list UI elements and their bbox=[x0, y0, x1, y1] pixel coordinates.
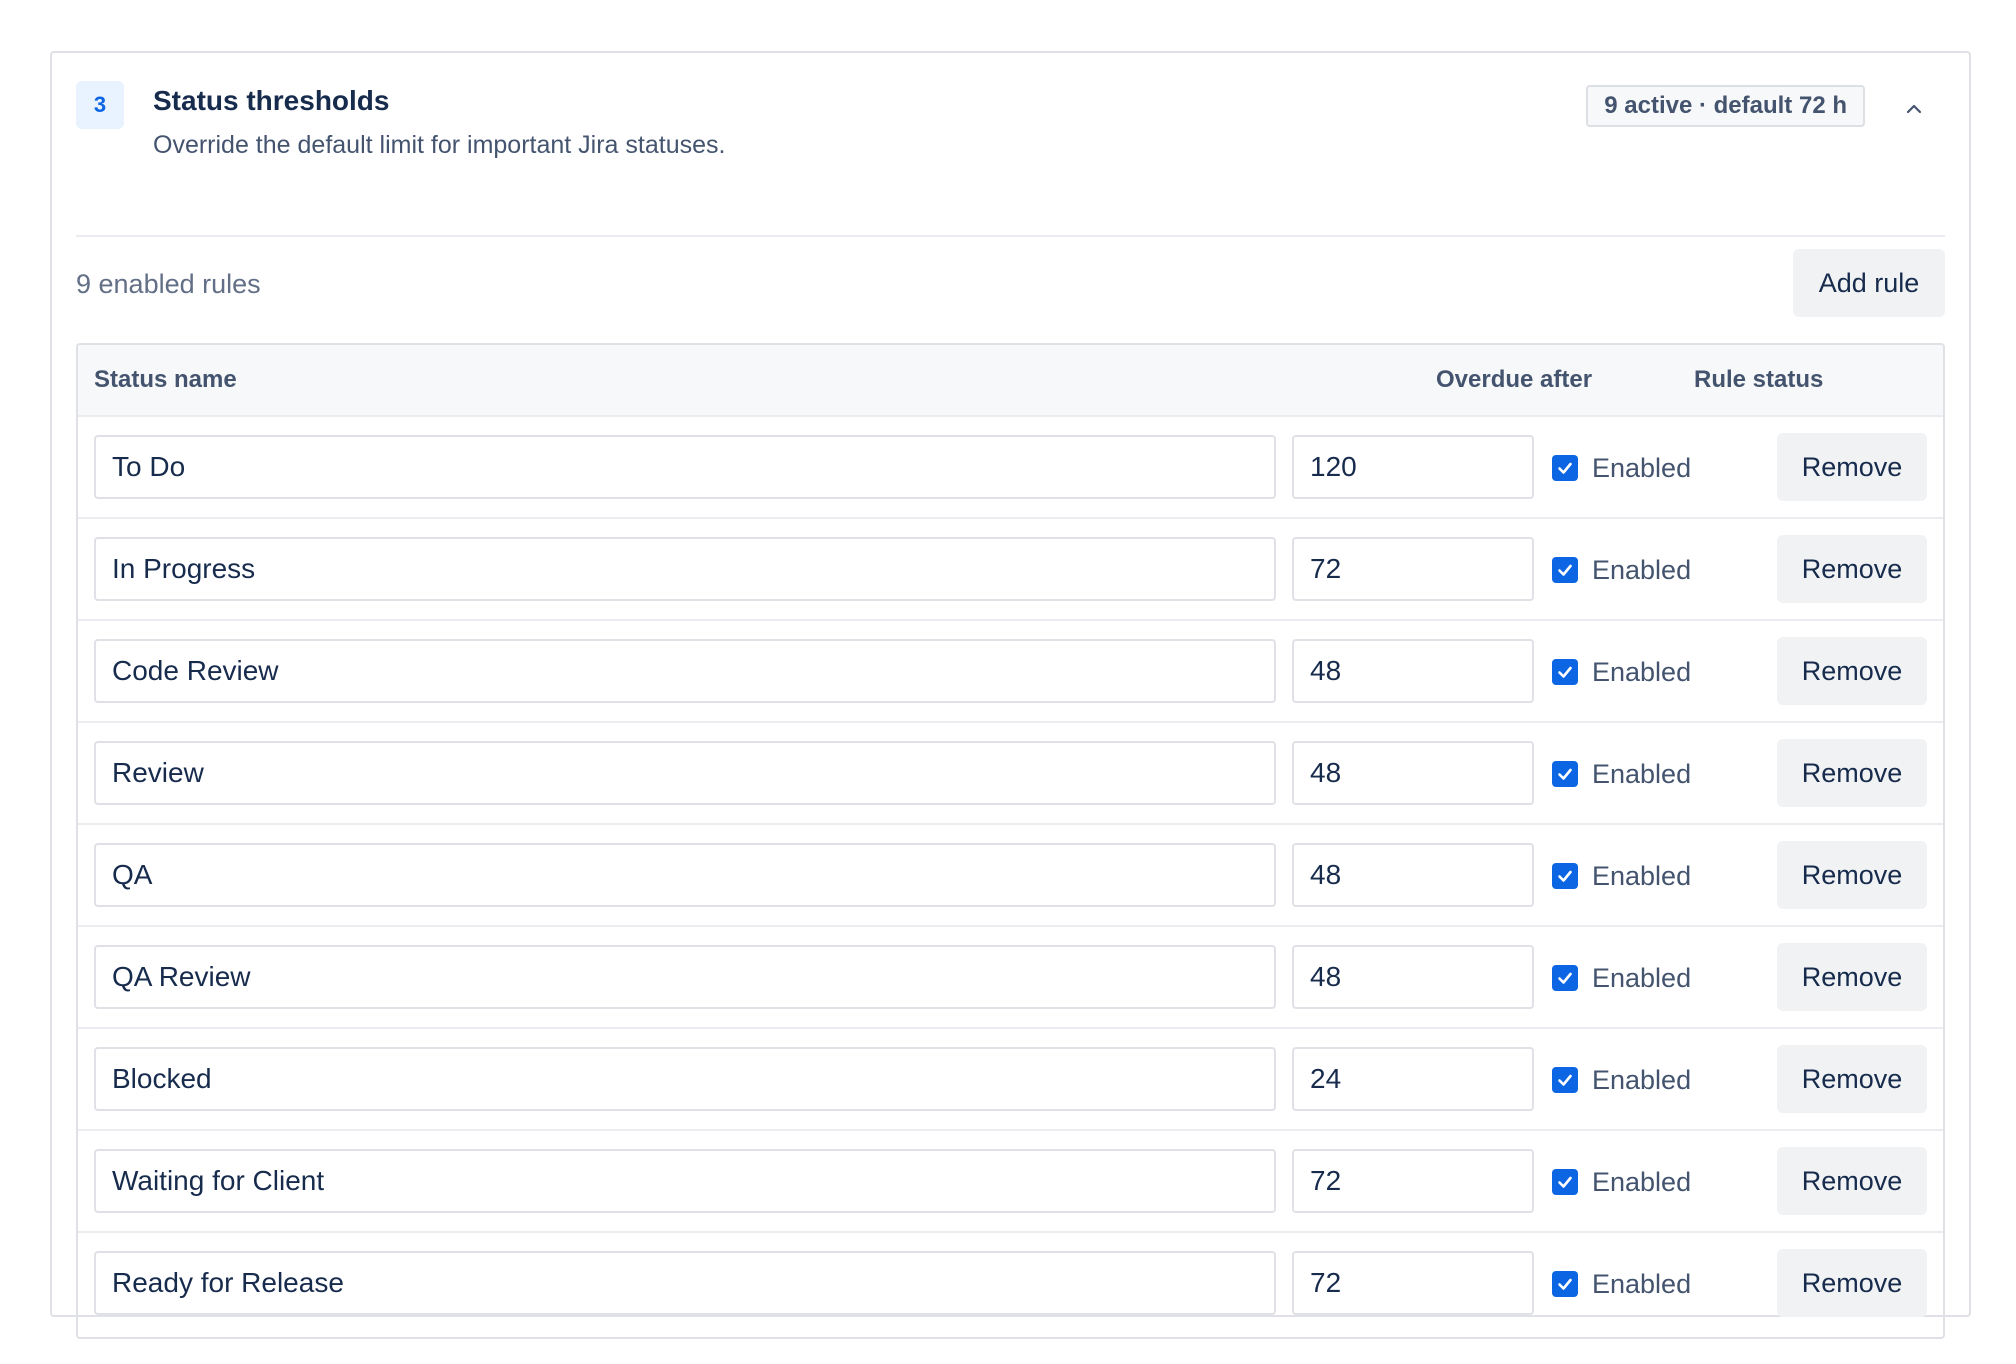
overdue-hours-input[interactable] bbox=[1292, 1251, 1534, 1315]
remove-rule-button[interactable]: Remove bbox=[1777, 739, 1927, 807]
enabled-checkbox[interactable] bbox=[1552, 1271, 1578, 1297]
chevron-up-icon bbox=[1906, 104, 1922, 114]
section-header: 3 Status thresholds Override the default… bbox=[76, 77, 1945, 237]
enabled-checkbox[interactable] bbox=[1552, 863, 1578, 889]
summary-badge: 9 active · default 72 h bbox=[1586, 85, 1865, 127]
enabled-label: Enabled bbox=[1592, 963, 1692, 993]
enabled-label: Enabled bbox=[1592, 1269, 1692, 1299]
rules-toolbar: 9 enabled rules Add rule bbox=[76, 249, 1945, 319]
table-row: Enabled Remove bbox=[78, 417, 1943, 519]
column-header-overdue-after: Overdue after bbox=[1436, 366, 1593, 393]
enabled-checkbox[interactable] bbox=[1552, 455, 1578, 481]
table-body: Enabled Remove Enabled Remove Enabled Re… bbox=[78, 417, 1943, 1335]
overdue-hours-input[interactable] bbox=[1292, 1149, 1534, 1213]
checkmark-icon bbox=[1558, 1278, 1572, 1290]
collapse-button[interactable] bbox=[1897, 91, 1931, 125]
overdue-hours-input[interactable] bbox=[1292, 1047, 1534, 1111]
status-name-input[interactable] bbox=[94, 1251, 1276, 1315]
add-rule-button[interactable]: Add rule bbox=[1793, 249, 1945, 317]
overdue-hours-input[interactable] bbox=[1292, 945, 1534, 1009]
rules-count: 9 enabled rules bbox=[76, 269, 261, 299]
enabled-checkbox[interactable] bbox=[1552, 761, 1578, 787]
status-name-input[interactable] bbox=[94, 639, 1276, 703]
enabled-label: Enabled bbox=[1592, 1167, 1692, 1197]
status-name-input[interactable] bbox=[94, 537, 1276, 601]
checkmark-icon bbox=[1558, 768, 1572, 780]
remove-rule-button[interactable]: Remove bbox=[1777, 1249, 1927, 1317]
status-name-input[interactable] bbox=[94, 945, 1276, 1009]
table-row: Enabled Remove bbox=[78, 1029, 1943, 1131]
enabled-checkbox[interactable] bbox=[1552, 557, 1578, 583]
remove-rule-button[interactable]: Remove bbox=[1777, 1147, 1927, 1215]
remove-rule-button[interactable]: Remove bbox=[1777, 637, 1927, 705]
overdue-hours-input[interactable] bbox=[1292, 741, 1534, 805]
status-name-input[interactable] bbox=[94, 741, 1276, 805]
table-row: Enabled Remove bbox=[78, 927, 1943, 1029]
step-badge: 3 bbox=[76, 81, 124, 129]
table-row: Enabled Remove bbox=[78, 1233, 1943, 1335]
enabled-label: Enabled bbox=[1592, 453, 1692, 483]
checkmark-icon bbox=[1558, 1176, 1572, 1188]
section-title: Status thresholds bbox=[153, 85, 390, 116]
overdue-hours-input[interactable] bbox=[1292, 435, 1534, 499]
overdue-hours-input[interactable] bbox=[1292, 843, 1534, 907]
enabled-label: Enabled bbox=[1592, 759, 1692, 789]
checkmark-icon bbox=[1558, 462, 1572, 474]
rules-table: Status name Overdue after Rule status En… bbox=[76, 343, 1945, 1339]
remove-rule-button[interactable]: Remove bbox=[1777, 433, 1927, 501]
checkmark-icon bbox=[1558, 972, 1572, 984]
remove-rule-button[interactable]: Remove bbox=[1777, 841, 1927, 909]
checkmark-icon bbox=[1558, 666, 1572, 678]
enabled-checkbox[interactable] bbox=[1552, 1067, 1578, 1093]
status-name-input[interactable] bbox=[94, 1047, 1276, 1111]
remove-rule-button[interactable]: Remove bbox=[1777, 535, 1927, 603]
column-header-rule-status: Rule status bbox=[1694, 366, 1824, 393]
table-row: Enabled Remove bbox=[78, 723, 1943, 825]
enabled-checkbox[interactable] bbox=[1552, 659, 1578, 685]
checkmark-icon bbox=[1558, 870, 1572, 882]
table-row: Enabled Remove bbox=[78, 825, 1943, 927]
remove-rule-button[interactable]: Remove bbox=[1777, 943, 1927, 1011]
enabled-label: Enabled bbox=[1592, 657, 1692, 687]
checkmark-icon bbox=[1558, 564, 1572, 576]
enabled-checkbox[interactable] bbox=[1552, 1169, 1578, 1195]
enabled-checkbox[interactable] bbox=[1552, 965, 1578, 991]
table-row: Enabled Remove bbox=[78, 519, 1943, 621]
table-row: Enabled Remove bbox=[78, 621, 1943, 723]
table-row: Enabled Remove bbox=[78, 1131, 1943, 1233]
status-name-input[interactable] bbox=[94, 843, 1276, 907]
remove-rule-button[interactable]: Remove bbox=[1777, 1045, 1927, 1113]
column-header-status-name: Status name bbox=[94, 366, 237, 393]
checkmark-icon bbox=[1558, 1074, 1572, 1086]
table-header: Status name Overdue after Rule status bbox=[78, 345, 1943, 417]
enabled-label: Enabled bbox=[1592, 555, 1692, 585]
section-description: Override the default limit for important… bbox=[153, 131, 726, 159]
status-thresholds-panel: 3 Status thresholds Override the default… bbox=[50, 51, 1971, 1339]
overdue-hours-input[interactable] bbox=[1292, 537, 1534, 601]
status-name-input[interactable] bbox=[94, 435, 1276, 499]
overdue-hours-input[interactable] bbox=[1292, 639, 1534, 703]
status-name-input[interactable] bbox=[94, 1149, 1276, 1213]
enabled-label: Enabled bbox=[1592, 1065, 1692, 1095]
enabled-label: Enabled bbox=[1592, 861, 1692, 891]
